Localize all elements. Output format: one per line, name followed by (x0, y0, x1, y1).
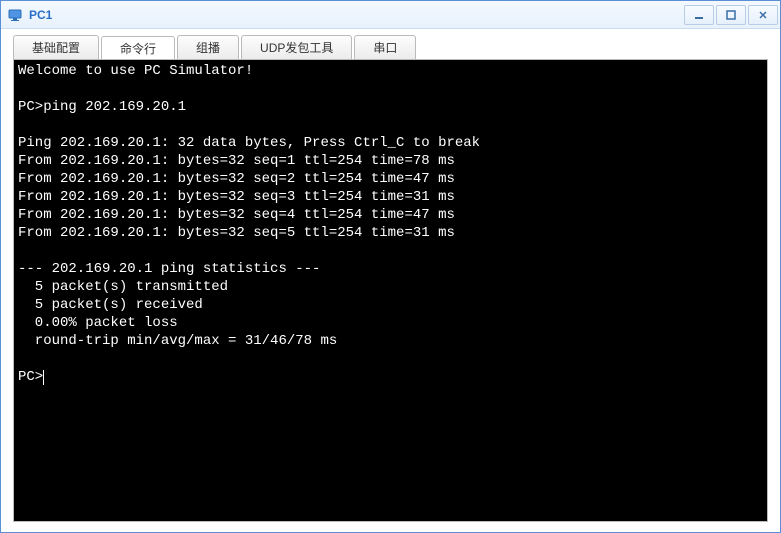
content-area: 基础配置 命令行 组播 UDP发包工具 串口 Welcome to use PC… (1, 29, 780, 532)
close-button[interactable] (748, 5, 778, 25)
titlebar: PC1 (1, 1, 780, 29)
terminal-cursor (43, 370, 44, 385)
app-window: PC1 基础配置 命令行 组播 UDP发包工具 串口 Welcome to us… (0, 0, 781, 533)
app-icon (7, 7, 23, 23)
tab-udp-tool[interactable]: UDP发包工具 (241, 35, 352, 59)
tab-multicast[interactable]: 组播 (177, 35, 239, 59)
tab-basic-config[interactable]: 基础配置 (13, 35, 99, 59)
tab-serial[interactable]: 串口 (354, 35, 416, 59)
window-controls (682, 5, 778, 25)
tab-bar: 基础配置 命令行 组播 UDP发包工具 串口 (13, 35, 768, 59)
terminal-output[interactable]: Welcome to use PC Simulator! PC>ping 202… (13, 59, 768, 522)
maximize-button[interactable] (716, 5, 746, 25)
minimize-button[interactable] (684, 5, 714, 25)
window-title: PC1 (29, 8, 682, 22)
tab-command-line[interactable]: 命令行 (101, 36, 175, 60)
